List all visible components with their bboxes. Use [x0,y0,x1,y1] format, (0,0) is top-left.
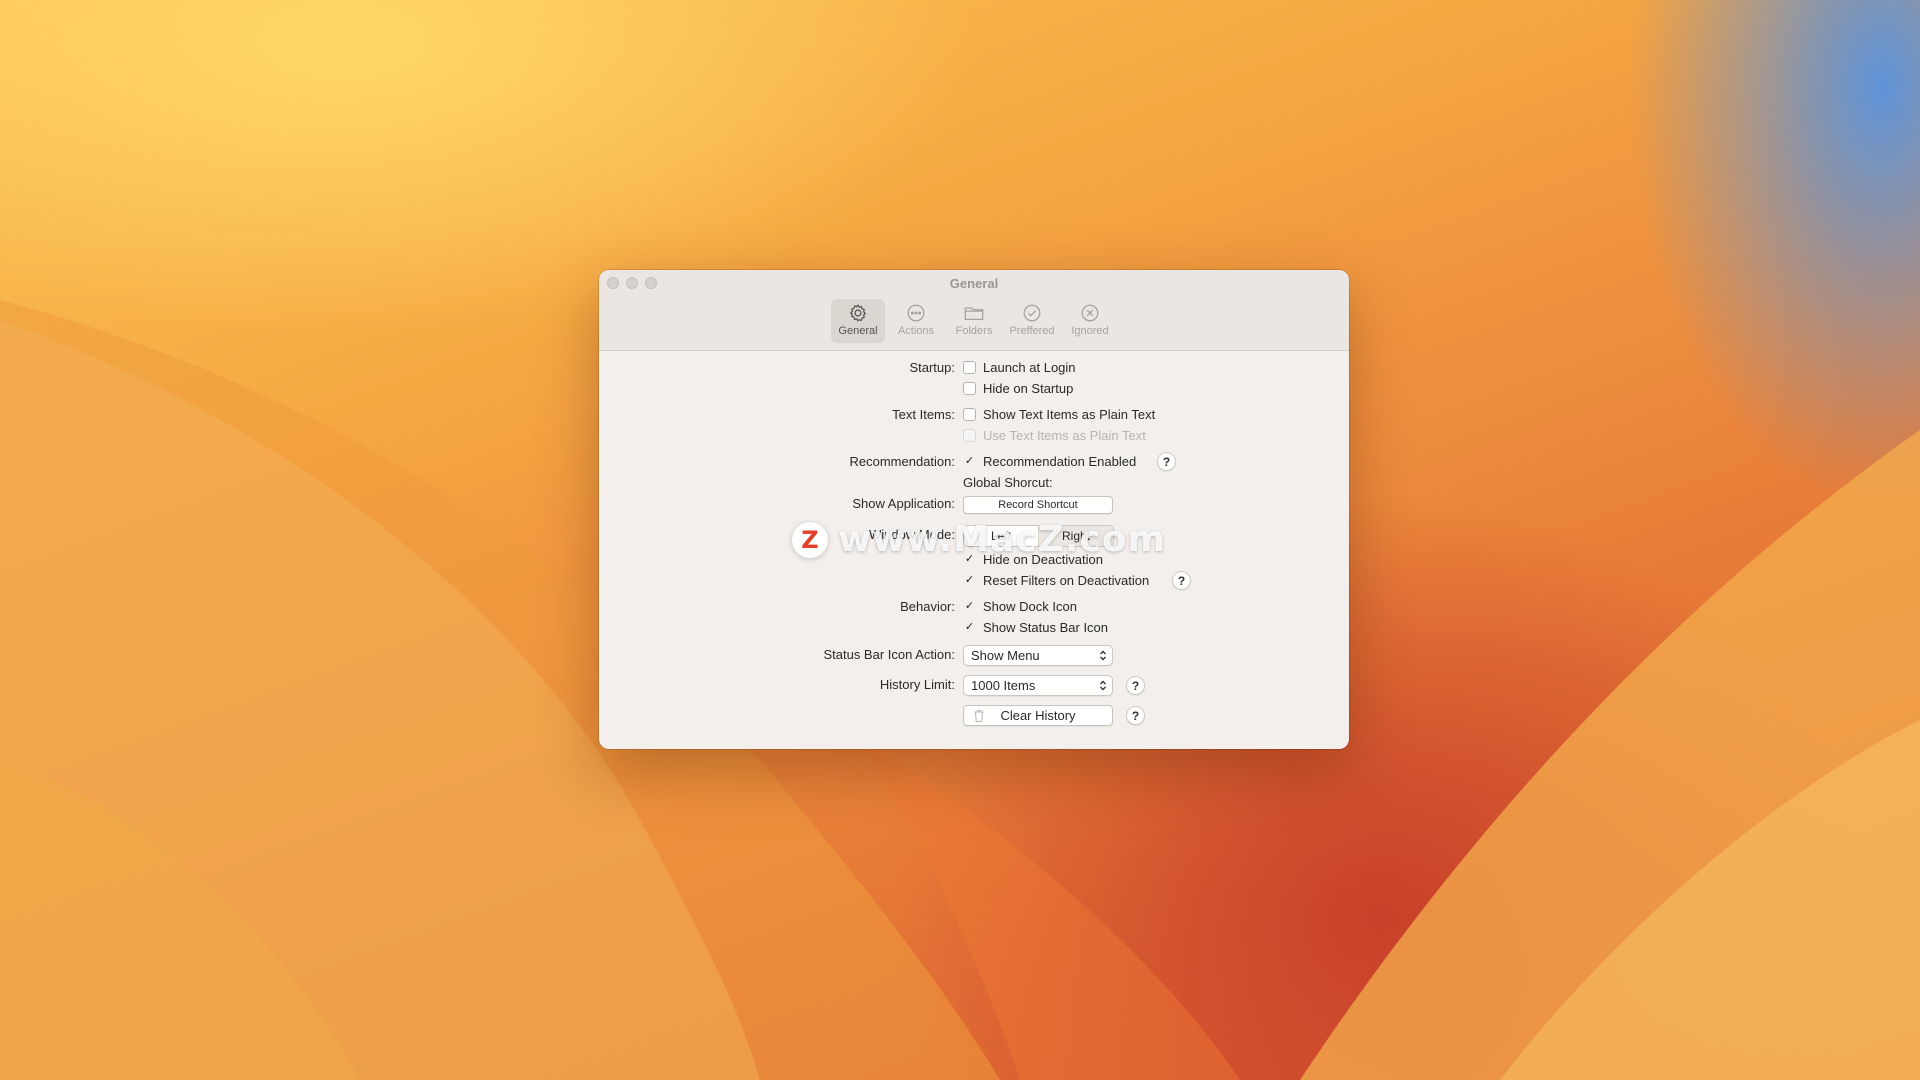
recommendation-help-button[interactable]: ? [1157,452,1176,471]
window-title: General [949,276,999,291]
global-shortcut-heading: Global Shorcut: [963,475,1053,490]
watermark-logo: Z [792,521,828,558]
show-application-label: Show Application: [852,496,955,511]
preferences-window: General General Actions Folders Preffere… [599,270,1349,749]
status-bar-icon-action-popup[interactable]: Show Menu [963,645,1113,666]
startup-label: Startup: [909,360,955,375]
history-limit-popup[interactable]: 1000 Items [963,675,1113,696]
behavior-label: Behavior: [900,599,955,614]
hide-on-startup-checkbox[interactable]: Hide on Startup [963,381,1073,396]
reset-filters-checkbox[interactable]: ✓ Reset Filters on Deactivation [963,573,1149,588]
status-bar-icon-action-value: Show Menu [971,648,1040,663]
show-dock-icon-label: Show Dock Icon [983,599,1077,614]
tab-ignored-label: Ignored [1071,325,1109,337]
checkbox-box [963,408,976,421]
tab-ignored[interactable]: Ignored [1063,299,1117,343]
xmark-circle-icon [1081,304,1099,322]
tab-general-label: General [838,325,878,337]
gear-icon [849,304,867,322]
launch-at-login-label: Launch at Login [983,360,1076,375]
ellipsis-circle-icon [907,304,925,322]
title-bar: General General Actions Folders Preffere… [599,270,1349,351]
history-limit-label: History Limit: [879,677,955,692]
checkmark-circle-icon [1023,304,1041,322]
recommendation-label: Recommendation: [849,454,956,469]
status-bar-icon-action-label: Status Bar Icon Action: [823,647,955,662]
checkbox-box [963,382,976,395]
tab-folders-label: Folders [955,325,993,337]
tab-folders[interactable]: Folders [947,299,1001,343]
hide-on-startup-label: Hide on Startup [983,381,1074,396]
checkbox-box [963,361,976,374]
show-plain-text-checkbox[interactable]: Show Text Items as Plain Text [963,407,1155,422]
reset-filters-label: Reset Filters on Deactivation [983,573,1150,588]
history-limit-help-button[interactable]: ? [1126,676,1145,695]
clear-history-button[interactable]: Clear History [963,705,1113,726]
tab-preffered-label: Preffered [1009,325,1055,337]
tab-actions-label: Actions [897,325,935,337]
checkmark-icon: ✓ [964,455,975,467]
show-status-bar-icon-label: Show Status Bar Icon [983,620,1109,635]
launch-at-login-checkbox[interactable]: Launch at Login [963,360,1076,375]
recommendation-enabled-checkbox[interactable]: ✓ Recommendation Enabled [963,454,1136,469]
use-plain-text-label: Use Text Items as Plain Text [983,428,1146,443]
tab-actions[interactable]: Actions [889,299,943,343]
tab-general[interactable]: General [831,299,885,343]
trash-icon [974,710,984,722]
checkmark-icon: ✓ [964,621,975,633]
show-dock-icon-checkbox[interactable]: ✓ Show Dock Icon [963,599,1077,614]
watermark: Z www.MacZ.com [792,519,1166,560]
watermark-text: www.MacZ.com [838,519,1166,560]
clear-history-label: Clear History [1000,708,1076,723]
checkmark-icon: ✓ [964,600,975,612]
history-limit-value: 1000 Items [971,678,1036,693]
preferences-toolbar: General Actions Folders Preffered Ignore… [831,299,1117,343]
chevron-updown-icon [1100,650,1106,661]
recommendation-enabled-label: Recommendation Enabled [983,454,1137,469]
text-items-label: Text Items: [892,407,955,422]
tab-preffered[interactable]: Preffered [1005,299,1059,343]
checkmark-icon: ✓ [964,574,975,586]
reset-filters-help-button[interactable]: ? [1172,571,1191,590]
folder-icon [964,307,984,321]
chevron-updown-icon [1100,680,1106,691]
use-plain-text-checkbox: Use Text Items as Plain Text [963,428,1146,443]
clear-history-help-button[interactable]: ? [1126,706,1145,725]
show-status-bar-icon-checkbox[interactable]: ✓ Show Status Bar Icon [963,620,1108,635]
checkbox-box [963,429,976,442]
show-plain-text-label: Show Text Items as Plain Text [983,407,1156,422]
record-shortcut-button[interactable]: Record Shortcut [963,496,1113,514]
